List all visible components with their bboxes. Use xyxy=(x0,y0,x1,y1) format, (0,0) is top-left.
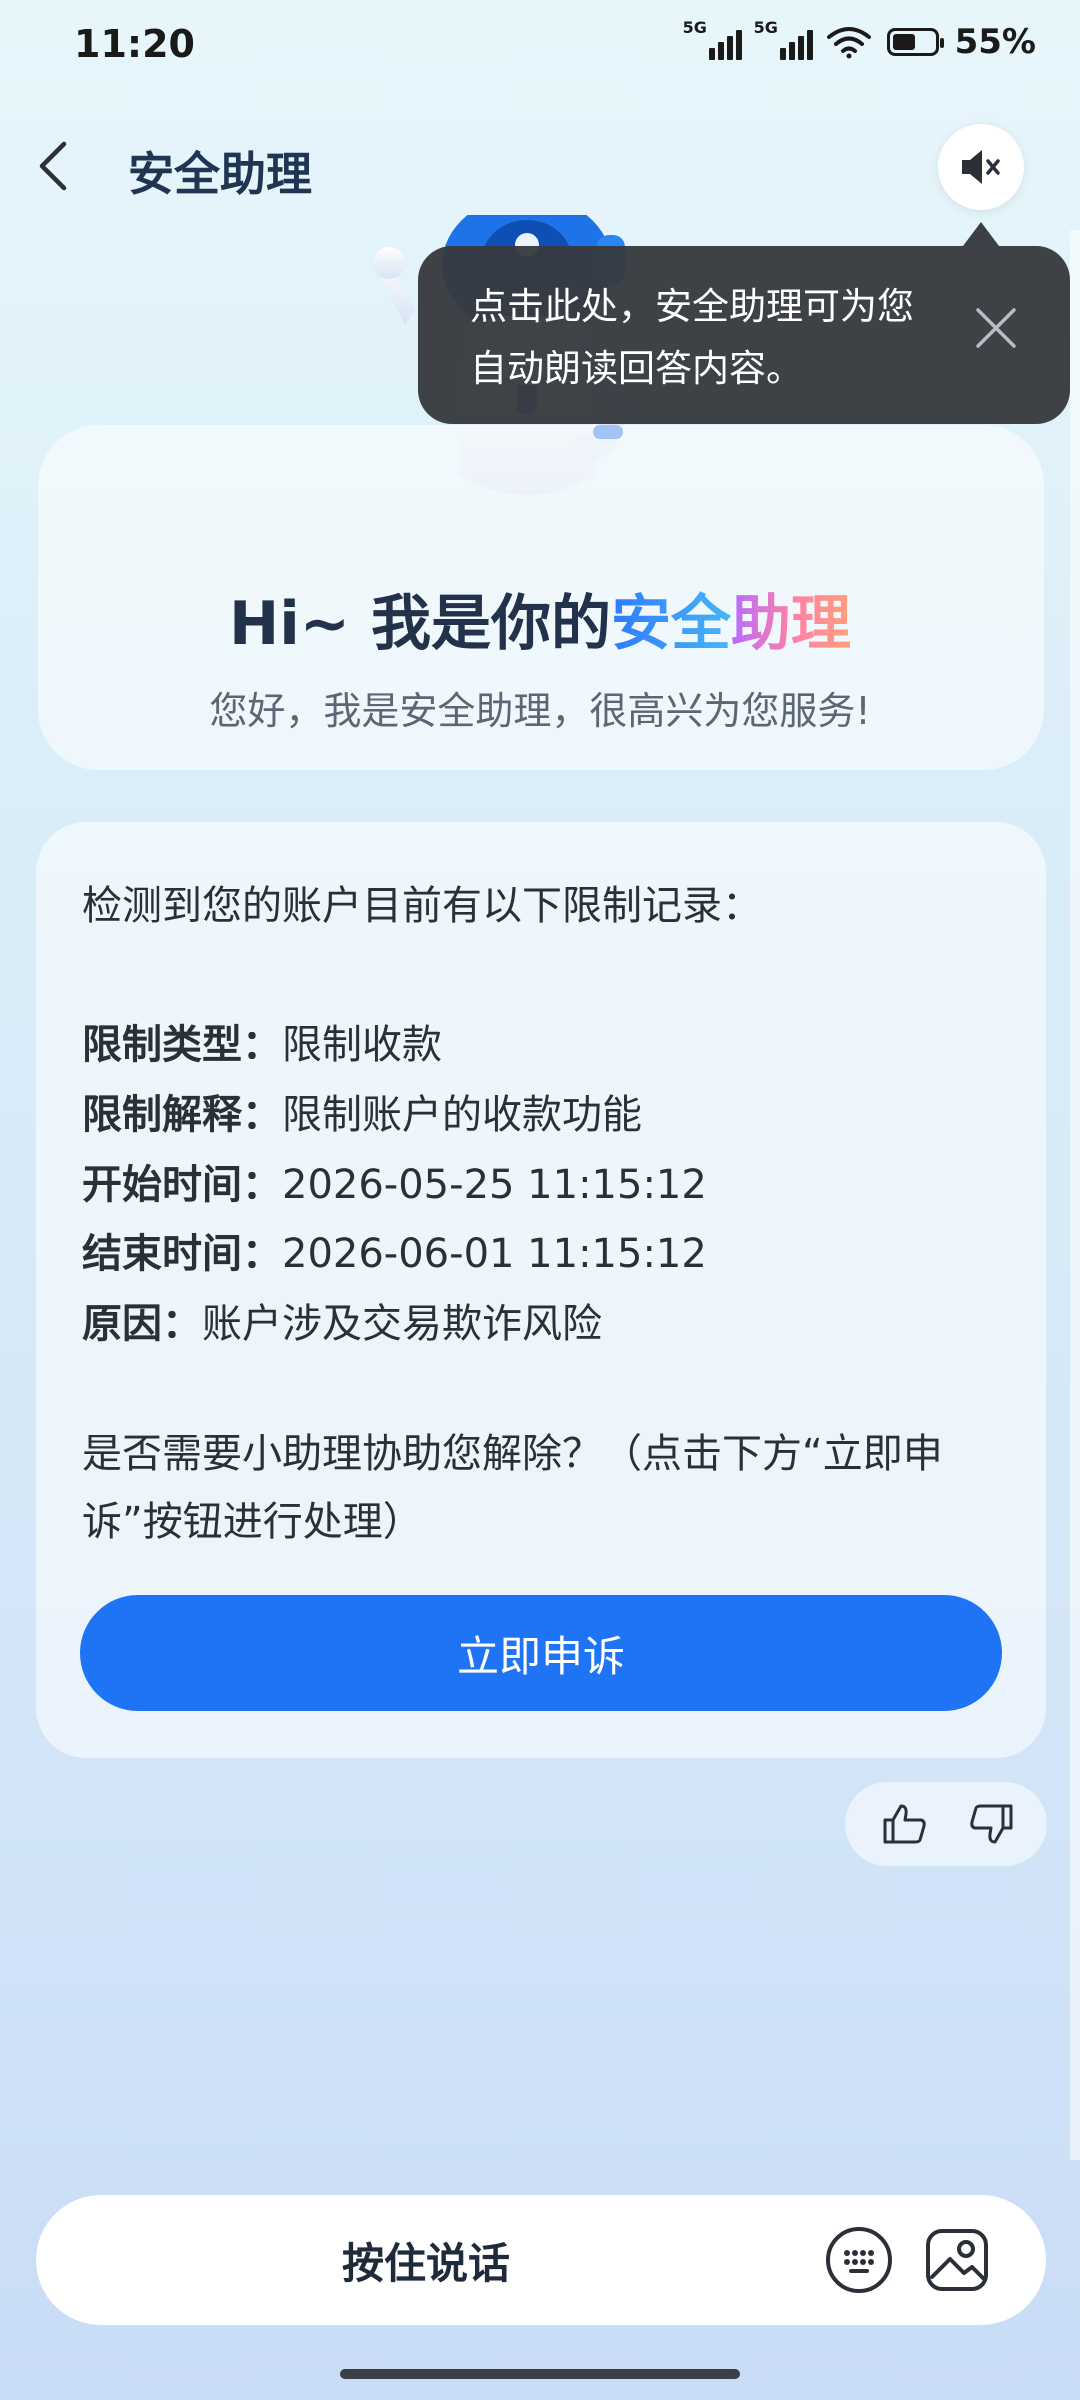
greeting-subtitle: 您好，我是安全助理，很高兴为您服务! xyxy=(209,689,871,733)
dislike-button[interactable] xyxy=(965,1798,1017,1850)
field-value: 限制账户的收款功能 xyxy=(282,1092,642,1138)
field-value: 限制收款 xyxy=(282,1022,442,1068)
keyboard-button[interactable] xyxy=(824,2225,894,2295)
image-icon xyxy=(926,2229,988,2291)
mute-toggle-button[interactable] xyxy=(938,124,1024,210)
feedback-group xyxy=(845,1782,1047,1866)
signal-icon: 5G xyxy=(683,18,742,60)
close-icon xyxy=(976,308,1016,348)
field-label: 限制解释： xyxy=(82,1092,282,1138)
input-bar: 按住说话 xyxy=(36,2195,1046,2325)
field-label: 开始时间： xyxy=(82,1162,282,1208)
field-label: 限制类型： xyxy=(82,1022,282,1068)
restriction-explanation-row: 限制解释：限制账户的收款功能 xyxy=(82,1082,642,1140)
restriction-type-row: 限制类型：限制收款 xyxy=(82,1012,442,1070)
field-value: 2026-06-01 11:15:12 xyxy=(282,1231,707,1277)
field-label: 结束时间： xyxy=(82,1231,282,1277)
tooltip-close-button[interactable] xyxy=(970,302,1022,354)
scrollbar[interactable] xyxy=(1070,230,1080,2160)
status-time: 11:20 xyxy=(74,22,195,66)
battery-icon xyxy=(886,28,944,56)
signal-icon: 5G xyxy=(754,18,813,60)
assist-question: 是否需要小助理协助您解除？（点击下方“立即申诉”按钮进行处理） xyxy=(82,1431,943,1545)
greeting-title-prefix: Hi~ 我是你的 xyxy=(229,589,611,659)
thumbs-down-icon xyxy=(970,1804,1013,1844)
like-button[interactable] xyxy=(879,1798,931,1850)
image-upload-button[interactable] xyxy=(922,2225,992,2295)
keyboard-icon xyxy=(826,2227,892,2293)
end-time-row: 结束时间：2026-06-01 11:15:12 xyxy=(82,1221,707,1279)
network-type-label: 5G xyxy=(753,18,778,37)
speaker-muted-icon xyxy=(962,150,1000,184)
home-indicator[interactable] xyxy=(340,2369,740,2379)
tooltip-arrow xyxy=(963,222,999,246)
reason-row: 原因：账户涉及交易欺诈风险 xyxy=(82,1291,602,1349)
header: 安全助理 xyxy=(0,110,1080,220)
message-intro: 检测到您的账户目前有以下限制记录： xyxy=(82,883,762,929)
thumbs-up-icon xyxy=(883,1804,926,1844)
start-time-row: 开始时间：2026-05-25 11:15:12 xyxy=(82,1152,707,1210)
tts-tooltip: 点击此处，安全助理可为您自动朗读回答内容。 xyxy=(418,246,1070,424)
greeting-title: Hi~ 我是你的安全助理 xyxy=(0,575,1080,662)
field-label: 原因： xyxy=(82,1301,202,1347)
status-icons: 5G 5G 55% xyxy=(683,18,1036,62)
back-button[interactable] xyxy=(26,136,86,196)
battery-percent: 55% xyxy=(954,22,1036,62)
tooltip-text: 点击此处，安全助理可为您自动朗读回答内容。 xyxy=(470,285,914,390)
greeting-title-highlight: 助理 xyxy=(730,589,851,659)
network-type-label: 5G xyxy=(682,18,707,37)
field-value: 2026-05-25 11:15:12 xyxy=(282,1162,707,1208)
field-value: 账户涉及交易欺诈风险 xyxy=(202,1301,602,1347)
greeting-title-highlight: 安全 xyxy=(610,589,731,659)
appeal-now-button[interactable]: 立即申诉 xyxy=(80,1595,1002,1711)
status-bar: 11:20 5G 5G 55% xyxy=(0,0,1080,90)
page-title: 安全助理 xyxy=(128,147,312,201)
chevron-left-icon xyxy=(39,141,67,191)
wifi-icon xyxy=(826,27,871,59)
